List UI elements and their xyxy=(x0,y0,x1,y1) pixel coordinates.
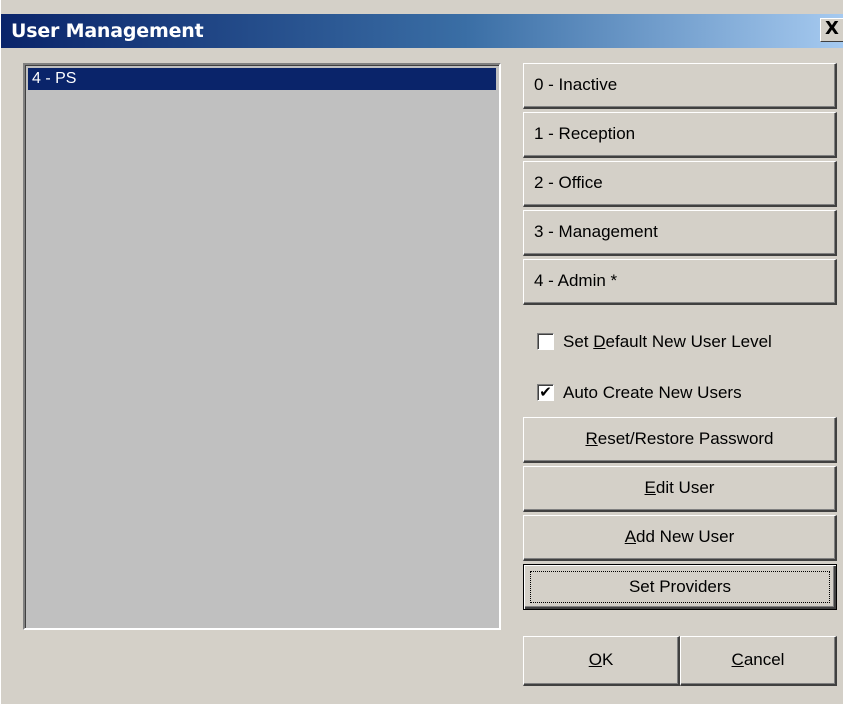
add-new-user-button[interactable]: Add New User xyxy=(523,515,837,561)
set-providers-button[interactable]: Set Providers xyxy=(523,564,837,610)
close-button[interactable]: X xyxy=(820,18,843,42)
level-management-button[interactable]: 3 - Management xyxy=(523,210,837,256)
set-providers-label: Set Providers xyxy=(530,571,830,603)
level-admin-button[interactable]: 4 - Admin * xyxy=(523,259,837,305)
level-inactive-button[interactable]: 0 - Inactive xyxy=(523,63,837,109)
window-title: User Management xyxy=(11,20,204,42)
auto-create-checkbox[interactable]: ✔ xyxy=(537,384,554,401)
ok-button[interactable]: OK xyxy=(523,636,680,686)
default-level-label: Set Default New User Level xyxy=(563,332,772,351)
level-office-button[interactable]: 2 - Office xyxy=(523,161,837,207)
list-item[interactable]: 4 - PS xyxy=(28,68,496,90)
title-bar[interactable]: User Management X xyxy=(1,14,843,48)
cancel-button[interactable]: Cancel xyxy=(680,636,837,686)
user-list[interactable]: 4 - PS xyxy=(23,63,501,630)
checkmark-icon: ✔ xyxy=(539,384,552,401)
dialog-buttons: OK Cancel xyxy=(523,636,837,686)
edit-user-button[interactable]: Edit User xyxy=(523,466,837,512)
default-level-checkbox[interactable] xyxy=(537,333,554,350)
reset-password-button[interactable]: Reset/Restore Password xyxy=(523,417,837,463)
auto-create-label: Auto Create New Users xyxy=(563,383,742,402)
level-reception-button[interactable]: 1 - Reception xyxy=(523,112,837,158)
user-management-dialog: User Management X 4 - PS 0 - Inactive 1 … xyxy=(0,0,843,704)
close-icon: X xyxy=(825,18,839,39)
